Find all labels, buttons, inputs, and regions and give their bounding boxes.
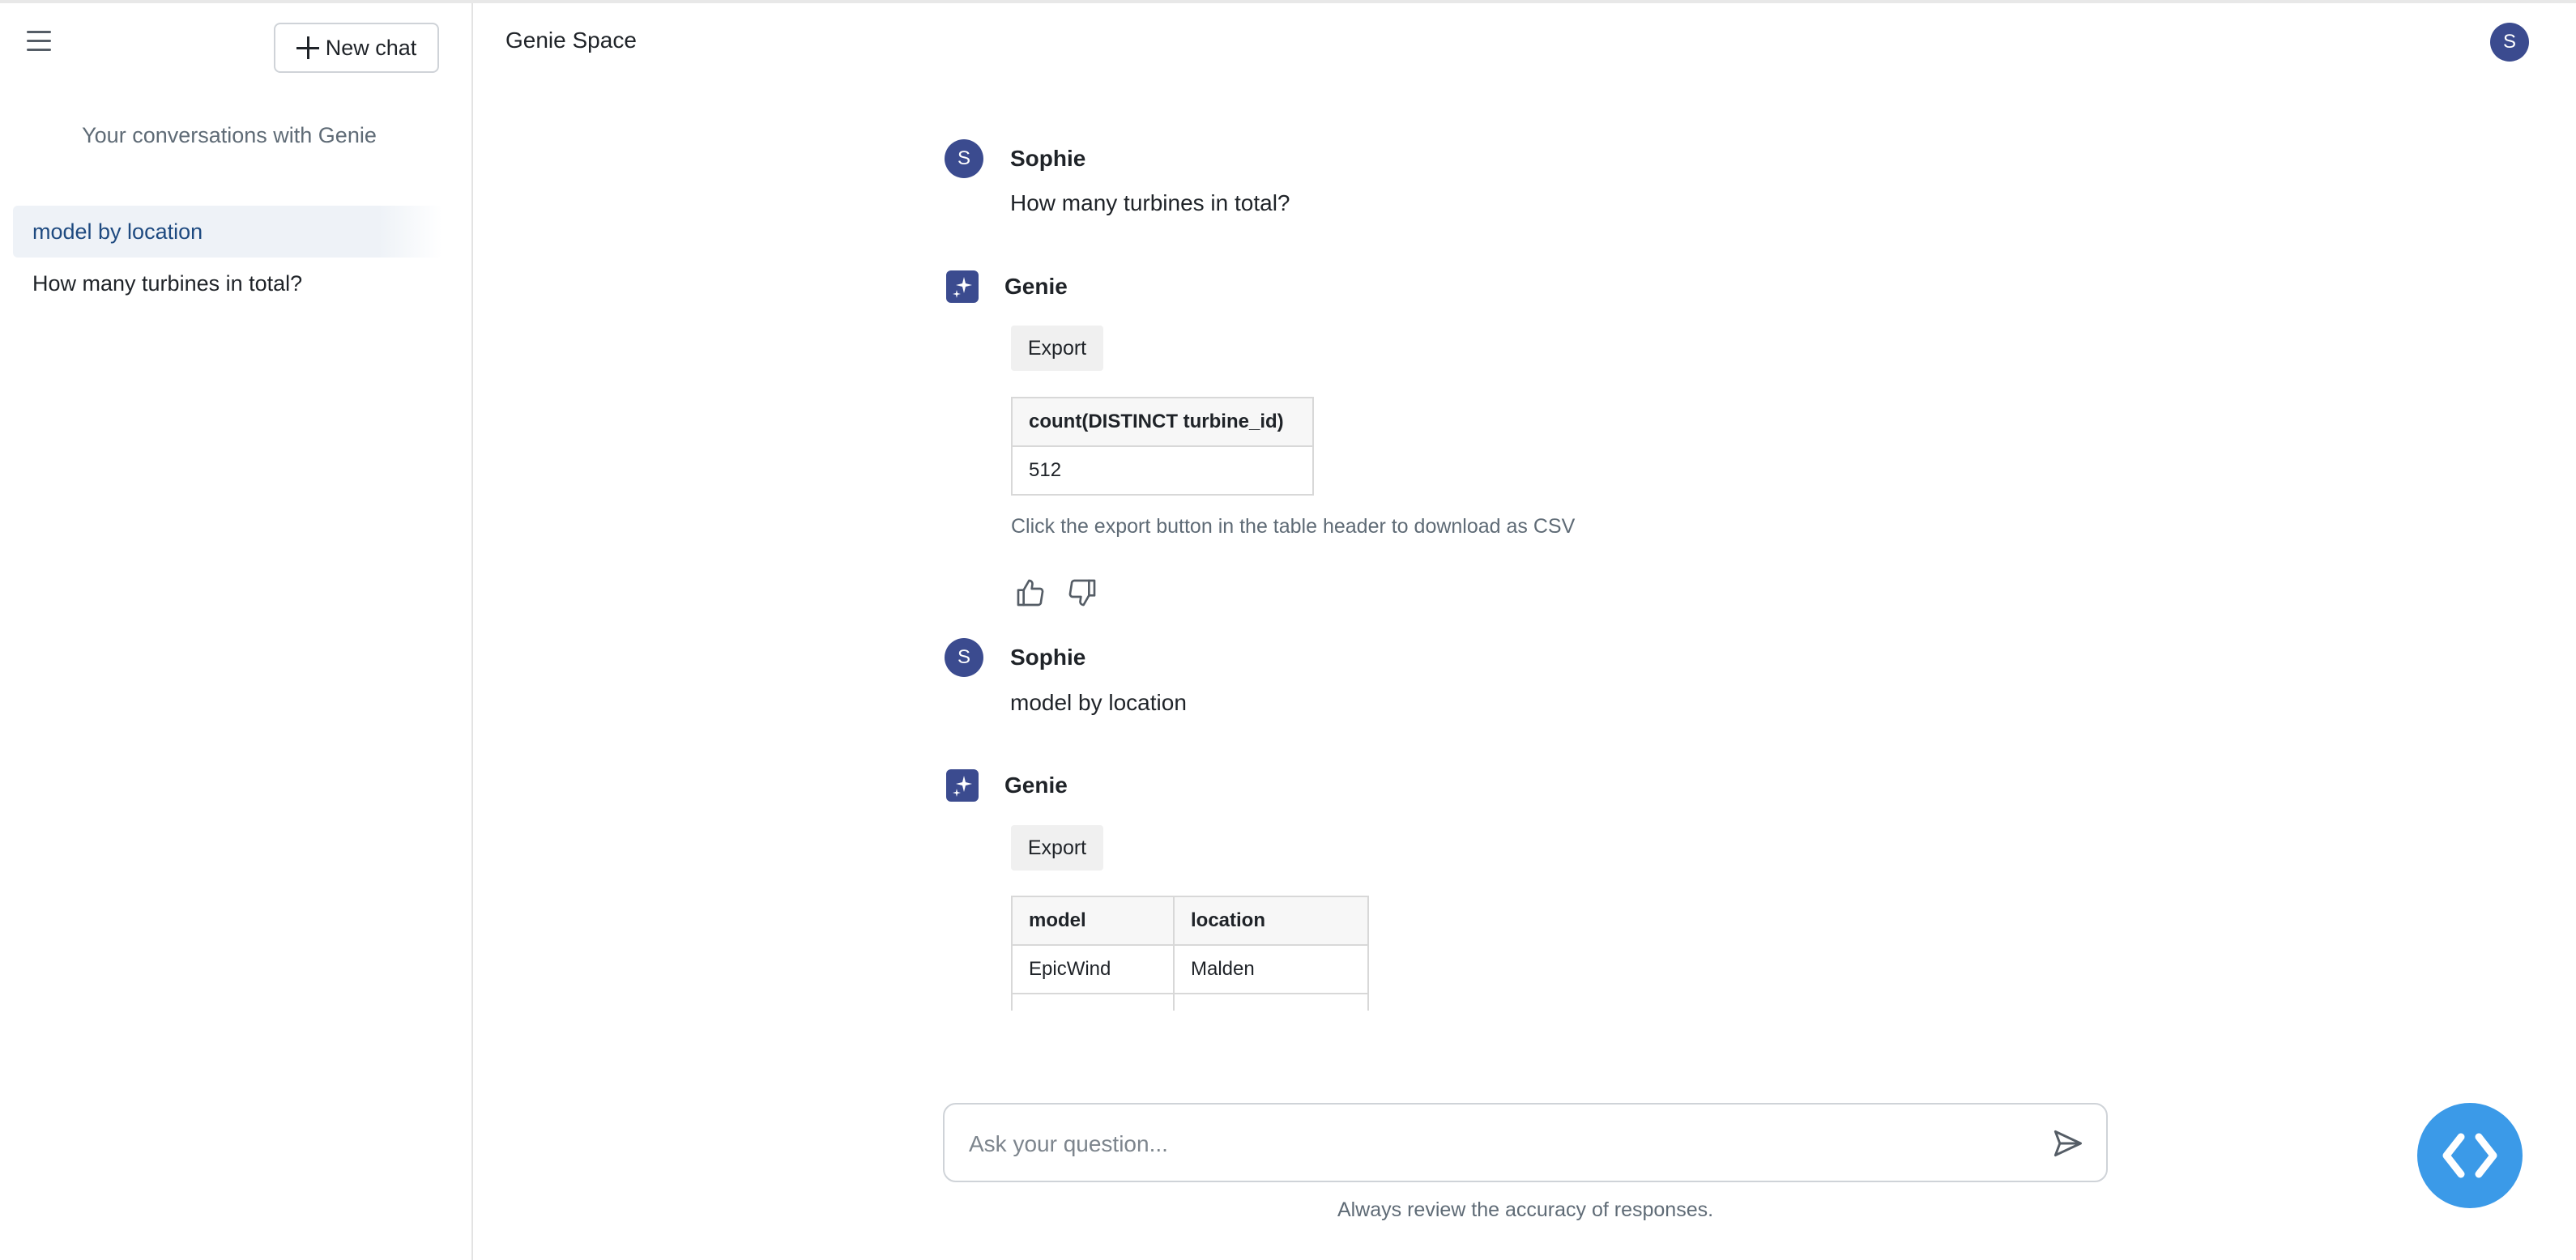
table-row: 512 — [1011, 445, 1314, 496]
sidebar: New chat Your conversations with Genie m… — [0, 3, 473, 1260]
table-header-cell: location — [1173, 896, 1369, 946]
conversations-heading: Your conversations with Genie — [82, 123, 377, 147]
conversation-label: How many turbines in total? — [32, 270, 303, 296]
thumbs-down-icon[interactable] — [1066, 577, 1098, 609]
table-cell: 512 — [1011, 445, 1314, 496]
export-hint: Click the export button in the table hea… — [1011, 515, 1576, 538]
table-cell — [1011, 993, 1175, 1011]
question-input-container — [943, 1103, 2108, 1182]
code-icon — [2442, 1133, 2497, 1178]
table-header-cell: count(DISTINCT turbine_id) — [1011, 397, 1314, 447]
result-table: count(DISTINCT turbine_id) 512 — [1011, 397, 1314, 496]
new-chat-button[interactable]: New chat — [274, 23, 439, 73]
genie-sparkle-icon — [946, 270, 979, 303]
user-avatar[interactable]: S — [2490, 23, 2529, 62]
table-row: EpicWind Malden — [1011, 944, 1369, 994]
table-cell: EpicWind — [1011, 944, 1175, 994]
table-header-cell: model — [1011, 896, 1175, 946]
message-author: Genie — [1004, 274, 1068, 299]
page-title: Genie Space — [505, 28, 637, 53]
thumbs-up-icon[interactable] — [1014, 577, 1047, 609]
table-row — [1011, 993, 1369, 1011]
export-button[interactable]: Export — [1011, 825, 1103, 871]
plus-icon — [296, 36, 319, 59]
table-cell — [1173, 993, 1369, 1011]
conversation-item-how-many-turbines[interactable]: How many turbines in total? — [13, 258, 442, 309]
conversation-item-model-by-location[interactable]: model by location — [13, 206, 442, 258]
code-toggle-button[interactable] — [2417, 1103, 2523, 1208]
question-input[interactable] — [967, 1122, 2024, 1166]
export-button[interactable]: Export — [1011, 326, 1103, 371]
message-author: Sophie — [1010, 645, 1086, 670]
message-author: Genie — [1004, 773, 1068, 798]
table-scroll-container[interactable]: model location EpicWind Malden — [1011, 896, 1369, 1011]
avatar: S — [945, 638, 983, 677]
conversation-label: model by location — [32, 219, 203, 244]
send-icon[interactable] — [2049, 1126, 2085, 1161]
disclaimer: Always review the accuracy of responses. — [1337, 1198, 1714, 1221]
table-cell: Malden — [1173, 944, 1369, 994]
new-chat-label: New chat — [325, 35, 417, 60]
menu-icon[interactable] — [24, 31, 53, 58]
message-text: How many turbines in total? — [1010, 190, 1290, 215]
genie-sparkle-icon — [946, 769, 979, 802]
message-author: Sophie — [1010, 146, 1086, 171]
result-table: model location EpicWind Malden — [1011, 896, 1369, 1011]
avatar: S — [945, 139, 983, 178]
message-text: model by location — [1010, 690, 1187, 715]
